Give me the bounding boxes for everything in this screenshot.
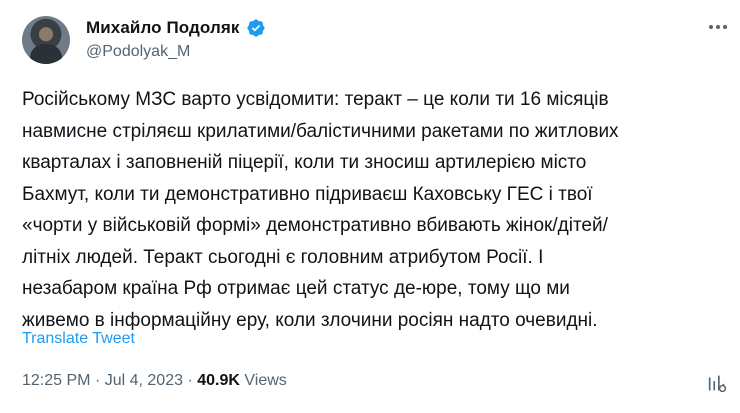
- meta-separator: ·: [187, 372, 193, 389]
- analytics-icon[interactable]: [706, 372, 728, 394]
- meta-separator: ·: [94, 372, 101, 389]
- author-name-row: Михайло Подоляк: [86, 18, 266, 38]
- translate-tweet-link[interactable]: Translate Tweet: [22, 330, 135, 348]
- author-handle[interactable]: @Podolyak_M: [86, 43, 190, 61]
- verified-badge-icon[interactable]: [246, 18, 266, 38]
- tweet-time[interactable]: 12:25 PM: [22, 372, 90, 389]
- views-count: 40.9K: [197, 372, 240, 389]
- tweet-meta: 12:25 PM · Jul 4, 2023 · 40.9K Views: [22, 372, 287, 390]
- avatar[interactable]: [22, 16, 70, 64]
- tweet-text: Російському МЗС варто усвідомити: теракт…: [22, 89, 619, 331]
- tweet-date[interactable]: Jul 4, 2023: [105, 372, 183, 389]
- more-options-icon[interactable]: [706, 19, 730, 35]
- author-name[interactable]: Михайло Подоляк: [86, 18, 240, 38]
- views-label: Views: [244, 372, 287, 389]
